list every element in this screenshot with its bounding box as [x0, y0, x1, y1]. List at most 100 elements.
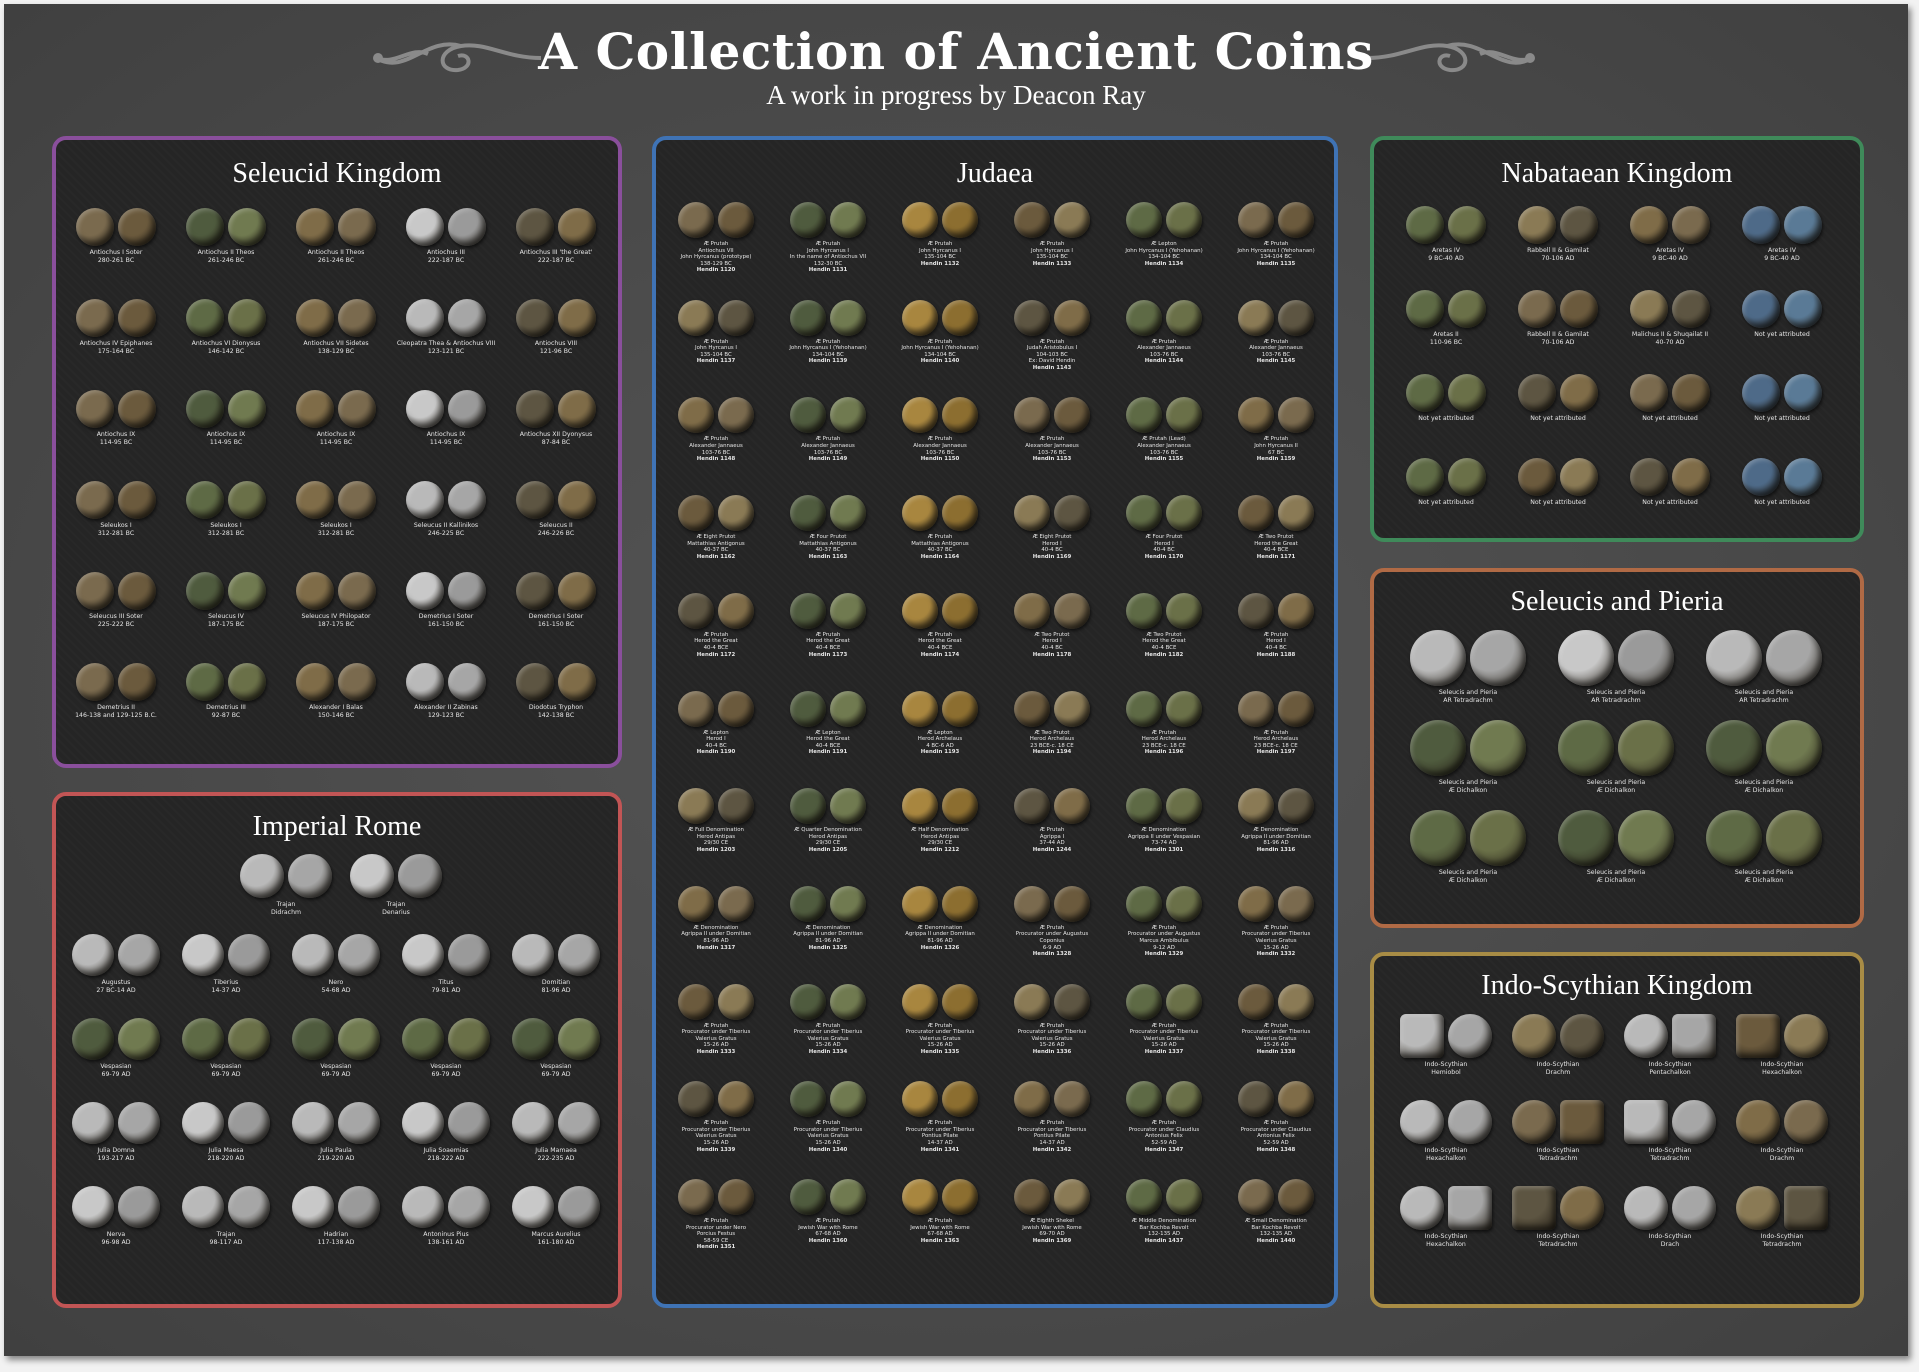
coin-pair — [884, 1179, 996, 1215]
coin-obverse-icon — [1014, 592, 1050, 629]
coin-pair — [1220, 202, 1332, 238]
coin-obverse-icon — [72, 1186, 114, 1228]
coin-caption-line: Procurator under Tiberius — [793, 1126, 863, 1133]
coin-caption-line: Alexander Jannaeus — [689, 442, 743, 449]
coin-caption-line: 129-123 BC — [427, 711, 465, 719]
coin-caption-line: Not yet attributed — [1754, 415, 1810, 422]
coin-caption: Æ Prutah John Hyrcanus II 67 BC Hendin 1159 — [1220, 436, 1332, 462]
coin-entry: Not yet attributed — [1614, 374, 1726, 423]
coin-entry: Æ Denomination Agrippa II under Domitian 8… — [772, 885, 884, 951]
coin-caption-line: Julia Domna — [97, 1147, 135, 1154]
coin-caption-line: Not yet attributed — [1530, 499, 1586, 506]
coin-caption-line: Antiochus IV Epiphanes — [79, 340, 153, 347]
coin-pair — [884, 983, 996, 1020]
coin-caption-line: Æ Two Prutot — [1258, 534, 1294, 541]
coin-caption: Æ Prutah Procurator under Tiberius Valeriu… — [1108, 1023, 1220, 1056]
coin-caption: Æ Prutah Procurator under Tiberius Pontius… — [884, 1120, 996, 1153]
coin-obverse-icon — [1400, 1186, 1444, 1230]
coin-caption-line: Seleucis and Pieria — [1438, 779, 1498, 786]
coin-reverse-icon — [942, 690, 978, 727]
coin-reverse-icon — [118, 390, 156, 428]
hendin-reference: Hendin 1351 — [696, 1244, 736, 1251]
coin-caption-line: Herod the Great — [806, 638, 850, 645]
coin-entry: Æ Prutah Procurator under Claudius Antoniu… — [1220, 1081, 1332, 1153]
judaea-panel: Judaea Æ Prutah Antiochus VII John Hyrcanu… — [652, 136, 1338, 1308]
coin-caption-line: Antiochus IX — [96, 431, 136, 438]
coin-caption-line: Herod I — [706, 736, 726, 743]
coin-obverse-icon — [790, 983, 826, 1020]
coin-caption: Æ Lepton Herod Archelaus 4 BC-6 AD Hendin 1… — [884, 730, 996, 756]
coin-reverse-icon — [558, 390, 596, 428]
coin-caption-line: Seleucus IV — [208, 613, 244, 620]
coin-caption: Æ Prutah John Hyrcanus I 135-104 BC Hendin … — [996, 241, 1108, 267]
coin-caption-line: 40-4 BCE — [703, 644, 729, 651]
coin-entry: Æ Prutah Agrippa I 37-44 AD Hendin 1244 — [996, 788, 1108, 853]
coin-reverse-icon — [830, 788, 866, 825]
coin-obverse-icon — [296, 481, 334, 519]
coin-caption-line: 132-135 AD — [1259, 1231, 1293, 1238]
coin-entry: Alexander I Balas 150-146 BC — [281, 663, 391, 719]
coin-reverse-icon — [942, 592, 978, 629]
coin-obverse-icon — [1238, 788, 1274, 825]
coin-caption-line: Seleucis and Pieria — [1734, 869, 1794, 876]
coin-caption-line: Aretas II — [1433, 331, 1459, 338]
coin-caption-line: Procurator under Nero — [685, 1224, 747, 1231]
coin-reverse-icon — [1766, 720, 1822, 776]
coin-caption-line: Æ Lepton — [815, 729, 841, 736]
coin-entry: Seleucus II Kallinikos 246-225 BC — [391, 481, 501, 537]
coin-obverse-icon — [406, 663, 444, 701]
coin-reverse-icon — [338, 481, 376, 519]
coin-caption: Æ Prutah Alexander Jannaeus 103-76 BC Hendi… — [772, 436, 884, 462]
coin-caption-line: 138-129 BC — [317, 347, 355, 355]
coin-pair — [772, 690, 884, 727]
coin-pair — [1690, 810, 1838, 866]
coin-caption-line: 103-76 BC — [813, 449, 843, 456]
coin-caption-line: Titus — [438, 979, 454, 986]
coin-caption: Seleucis and Pieria Æ Dichalkon — [1542, 779, 1690, 794]
coin-obverse-icon — [678, 885, 714, 922]
coin-obverse-icon — [296, 299, 334, 337]
coin-caption: Æ Four Prutot Herod I 40-4 BC Hendin 1170 — [1108, 534, 1220, 560]
coin-reverse-icon — [558, 934, 600, 976]
hendin-reference: Hendin 1334 — [808, 1048, 848, 1055]
coin-reverse-icon — [718, 495, 754, 532]
coin-reverse-icon — [1278, 299, 1314, 336]
coin-caption-line: Æ Prutah — [927, 241, 953, 247]
coin-caption: Æ Prutah Alexander Jannaeus 103-76 BC Hendi… — [1108, 339, 1220, 365]
coin-reverse-icon — [118, 481, 156, 519]
coin-caption: Æ Prutah Procurator under Claudius Antoniu… — [1220, 1120, 1332, 1153]
coin-reverse-icon — [1784, 206, 1822, 244]
hendin-reference: Hendin 1244 — [1032, 846, 1072, 853]
nabataean-kingdom-title: Nabataean Kingdom — [1501, 158, 1733, 189]
coin-reverse-icon — [1560, 374, 1598, 412]
coin-caption-line: Drachm — [1545, 1068, 1571, 1076]
coin-caption-line: Alexander Jannaeus — [801, 442, 855, 449]
coin-entry: Seleucus III Soter 225-222 BC — [61, 572, 171, 628]
coin-pair — [1220, 495, 1332, 532]
coin-caption-line: Seleucis and Pieria — [1586, 689, 1646, 696]
coin-obverse-icon — [406, 208, 444, 246]
coin-reverse-icon — [1054, 885, 1090, 922]
coin-caption-line: Not yet attributed — [1754, 331, 1810, 338]
coin-obverse-icon — [1238, 299, 1274, 336]
coin-obverse-icon — [402, 1018, 444, 1060]
coin-caption: Antiochus IX 114-95 BC — [281, 431, 391, 446]
coin-caption: Seleukos I 312-281 BC — [61, 522, 171, 537]
coin-caption-line: 103-76 BC — [1037, 449, 1067, 456]
coin-obverse-icon — [296, 208, 334, 246]
coin-reverse-icon — [718, 885, 754, 922]
coin-caption: Vespasian 69-79 AD — [281, 1063, 391, 1078]
coin-obverse-icon — [1518, 206, 1556, 244]
coin-reverse-icon — [118, 1018, 160, 1060]
coin-pair — [1542, 720, 1690, 776]
coin-pair — [1726, 374, 1838, 412]
coin-caption: Demetrius II 146-138 and 129-125 B.C. — [61, 704, 171, 719]
coin-obverse-icon — [902, 202, 938, 238]
coin-obverse-icon — [1126, 299, 1162, 336]
coin-reverse-icon — [448, 299, 486, 337]
coin-entry: Æ Prutah Procurator under Tiberius Valeriu… — [1220, 885, 1332, 958]
coin-entry: Indo-Scythian Hexachalkon — [1390, 1186, 1502, 1248]
coin-caption-line: 246-226 BC — [537, 529, 575, 537]
hendin-reference: Hendin 1196 — [1144, 749, 1184, 756]
coin-caption: Æ Prutah Herod I 40-4 BC Hendin 1188 — [1220, 632, 1332, 658]
